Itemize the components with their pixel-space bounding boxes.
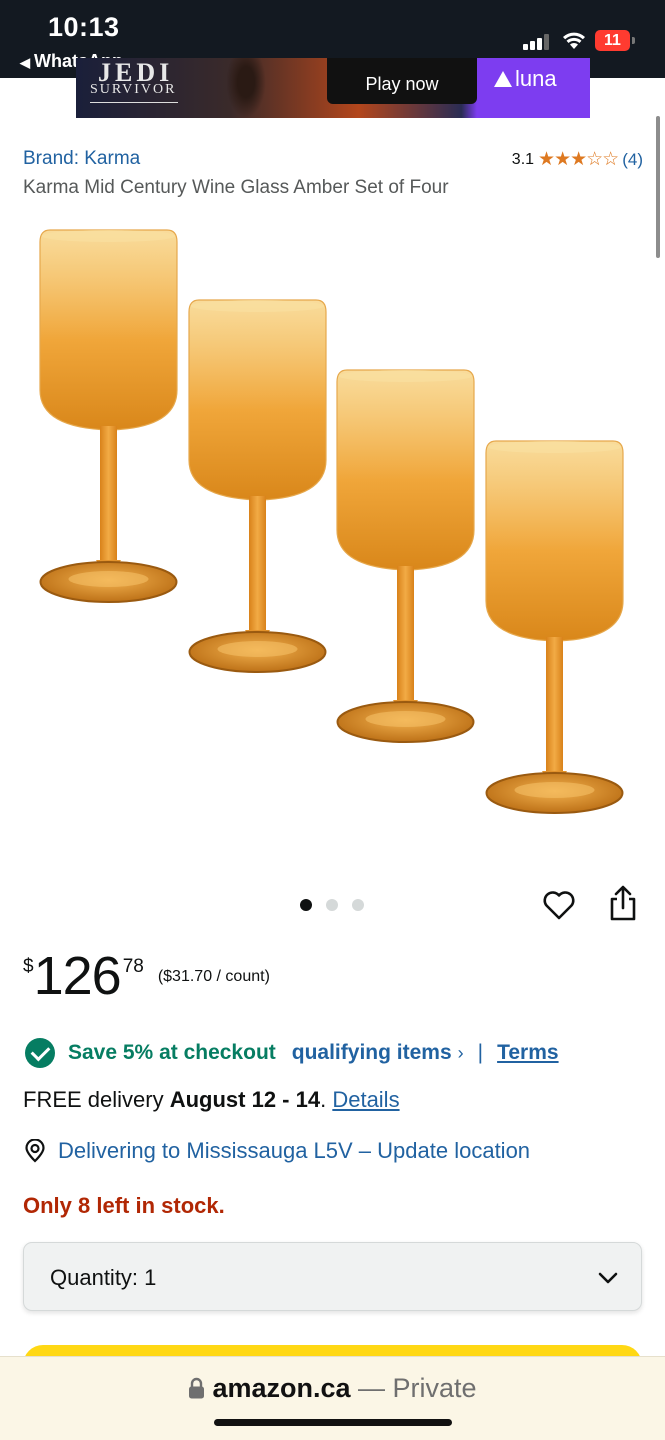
carousel-dot[interactable] <box>326 899 338 911</box>
delivery-location-text: Delivering to Mississauga L5V – Update l… <box>58 1138 531 1163</box>
price-fraction: 78 <box>122 956 144 977</box>
delivery-details-link[interactable]: Details <box>332 1087 399 1112</box>
ad-luna-logo: luna <box>494 66 557 92</box>
browser-url-bar[interactable]: amazon.ca — Private <box>0 1356 665 1440</box>
lock-icon <box>189 1377 205 1399</box>
delivery-info: FREE delivery August 12 - 14. Details <box>23 1087 400 1113</box>
status-time: 10:13 <box>48 12 120 42</box>
share-icon[interactable] <box>606 884 640 922</box>
product-image[interactable] <box>25 220 640 830</box>
ad-logo-title: JEDI <box>98 58 174 87</box>
delivery-period: . <box>320 1087 333 1112</box>
promo-row: Save 5% at checkout qualifying items › | … <box>25 1038 559 1068</box>
qualifying-items-link[interactable]: qualifying items › <box>292 1041 464 1065</box>
carousel-dot[interactable] <box>300 899 312 911</box>
qualifying-items-label: qualifying items <box>291 1041 452 1064</box>
checkmark-circle-icon <box>25 1038 55 1068</box>
ad-play-now-button[interactable]: Play now <box>327 58 477 104</box>
rating-summary[interactable]: 3.1 ★★★☆☆ (4) <box>512 148 643 171</box>
home-indicator[interactable] <box>214 1419 452 1426</box>
image-carousel-dots <box>300 899 364 911</box>
private-label: — Private <box>350 1373 477 1403</box>
promo-separator: | <box>477 1041 484 1064</box>
wishlist-heart-icon[interactable] <box>542 888 576 922</box>
ad-game-logo: JEDI SURVIVOR <box>90 58 178 103</box>
price-currency: $ <box>23 956 34 977</box>
chevron-down-icon <box>598 1272 618 1284</box>
battery-level: 11 <box>595 30 630 51</box>
rating-value: 3.1 <box>511 150 535 168</box>
quantity-select[interactable]: Quantity: 1 <box>23 1242 642 1311</box>
back-arrow-icon: ◀ <box>20 55 30 70</box>
delivery-location-link[interactable]: Delivering to Mississauga L5V – Update l… <box>23 1138 530 1164</box>
signal-icon <box>523 34 551 50</box>
location-pin-icon <box>25 1139 45 1163</box>
star-rating-icon: ★★★☆☆ <box>538 149 619 170</box>
product-title: Karma Mid Century Wine Glass Amber Set o… <box>23 177 449 198</box>
battery-icon: 11 <box>595 30 635 51</box>
quantity-label: Quantity: 1 <box>50 1265 157 1290</box>
delivery-prefix: FREE delivery <box>23 1087 170 1112</box>
ad-luna-label: luna <box>515 66 557 91</box>
brand-link[interactable]: Brand: Karma <box>23 148 140 170</box>
delivery-dates: August 12 - 14 <box>169 1087 321 1112</box>
scrollbar[interactable] <box>656 116 660 258</box>
unit-price: ($31.70 / count) <box>157 968 270 985</box>
price-whole: 126 <box>33 946 122 1006</box>
stock-status: Only 8 left in stock. <box>23 1193 225 1218</box>
ad-character-image <box>226 58 266 118</box>
terms-link[interactable]: Terms <box>497 1041 558 1065</box>
luna-icon <box>494 71 512 87</box>
promo-save-text: Save 5% at checkout <box>68 1041 276 1064</box>
carousel-dot[interactable] <box>352 899 364 911</box>
wifi-icon <box>563 32 585 49</box>
url-host: amazon.ca <box>212 1373 351 1403</box>
chevron-right-icon: › <box>457 1043 464 1063</box>
ad-banner[interactable]: JEDI SURVIVOR Play now luna <box>76 58 590 118</box>
review-count[interactable]: (4) <box>622 150 643 170</box>
url-display[interactable]: amazon.ca — Private <box>0 1373 665 1404</box>
price: $ 126 78 ($31.70 / count) <box>23 942 270 1010</box>
